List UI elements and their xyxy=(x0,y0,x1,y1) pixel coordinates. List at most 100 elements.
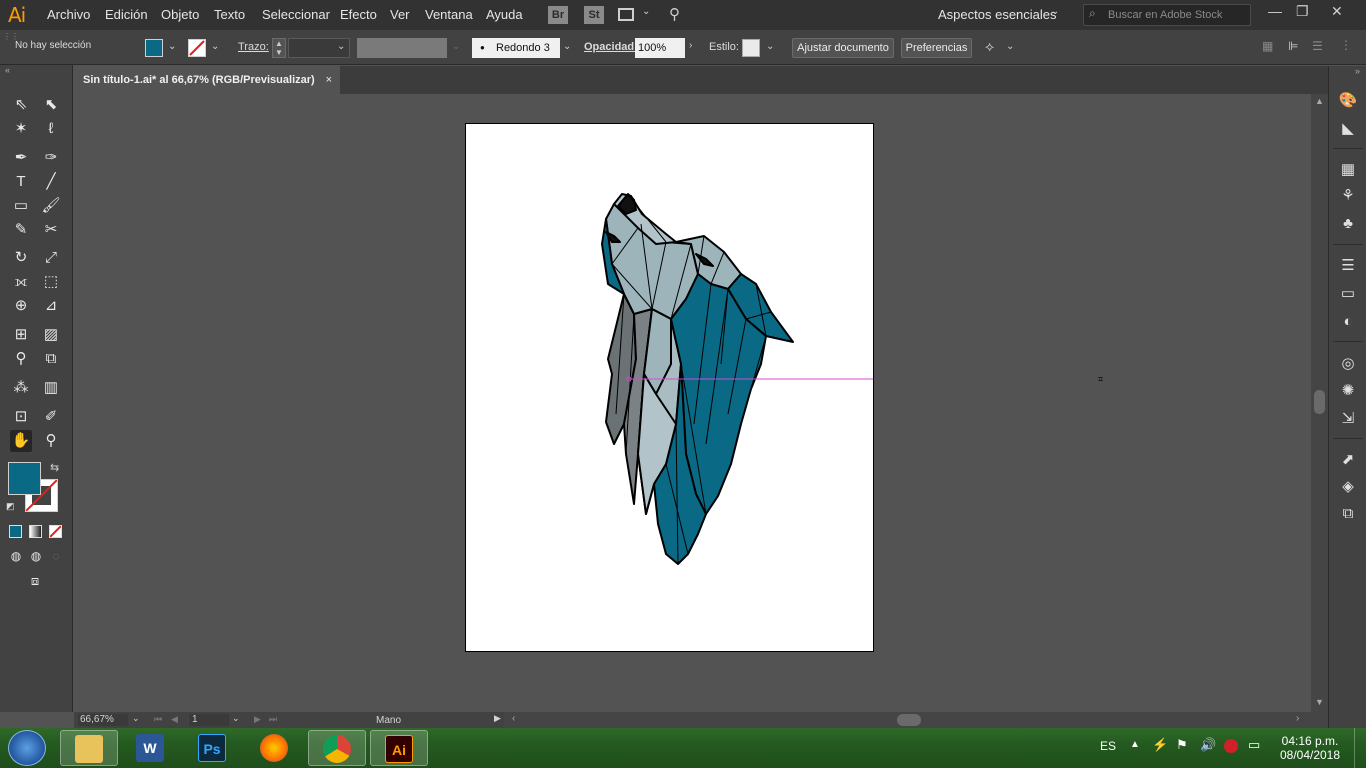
paintbrush-tool-icon[interactable]: 🖌 xyxy=(40,195,62,217)
hand-tool-icon[interactable]: ✋ xyxy=(10,430,32,452)
taskbar-photoshop[interactable]: Ps xyxy=(184,730,242,766)
previous-artboard-icon[interactable]: ◀ xyxy=(171,714,178,725)
first-artboard-icon[interactable]: ⏮ xyxy=(154,714,162,725)
show-desktop-button[interactable] xyxy=(1354,728,1366,768)
taskbar-firefox[interactable] xyxy=(246,730,304,766)
artboard-tool-icon[interactable]: ⊡ xyxy=(10,406,32,428)
menu-ayuda[interactable]: Ayuda xyxy=(486,7,523,22)
shaper-tool-icon[interactable]: ✎ xyxy=(10,219,32,241)
pen-tool-icon[interactable]: ✒ xyxy=(10,147,32,169)
shape-builder-tool-icon[interactable]: ⊕ xyxy=(10,295,32,317)
selection-tool-icon[interactable]: ⇖ xyxy=(10,94,32,116)
chevron-down-icon[interactable]: ⌄ xyxy=(211,41,219,52)
preferences-button[interactable]: Preferencias xyxy=(901,38,972,58)
chevron-down-icon[interactable]: ⌄ xyxy=(1006,41,1014,52)
workspace-switcher[interactable]: Aspectos esenciales xyxy=(938,7,1057,22)
arrange-documents-icon[interactable] xyxy=(618,8,634,21)
brush-definition[interactable]: Redondo 3 ... xyxy=(472,38,560,74)
language-indicator[interactable]: ES xyxy=(1100,739,1116,753)
start-button[interactable] xyxy=(8,730,46,766)
vertical-scroll-thumb[interactable] xyxy=(1314,390,1325,414)
show-hidden-icons-icon[interactable]: ▲ xyxy=(1130,739,1140,750)
gpu-performance-icon[interactable]: ⚲ xyxy=(669,5,680,23)
chevron-down-icon[interactable]: ⌄ xyxy=(563,41,571,52)
color-panel-icon[interactable]: 🎨 xyxy=(1338,91,1358,111)
menu-texto[interactable]: Texto xyxy=(214,7,245,22)
swatches-icon[interactable]: ▦ xyxy=(1338,160,1358,180)
free-transform-tool-icon[interactable]: ⬚ xyxy=(40,271,62,293)
stroke-label[interactable]: Trazo: xyxy=(238,41,269,53)
grip-icon[interactable]: ⋮ xyxy=(1340,38,1352,52)
slice-tool-icon[interactable]: ✐ xyxy=(40,406,62,428)
collapse-icon[interactable]: « xyxy=(5,65,10,75)
perspective-grid-tool-icon[interactable]: ⊿ xyxy=(40,295,62,317)
chevron-right-icon[interactable]: › xyxy=(689,40,692,51)
fill-swatch[interactable] xyxy=(145,39,163,57)
volume-icon[interactable]: 🔊 xyxy=(1200,737,1216,753)
zoom-tool-icon[interactable]: ⚲ xyxy=(40,430,62,452)
taskbar-explorer[interactable] xyxy=(60,730,118,766)
menu-seleccionar[interactable]: Seleccionar xyxy=(262,7,330,22)
stock-search-input[interactable]: Buscar en Adobe Stock xyxy=(1083,4,1251,26)
scroll-right-icon[interactable]: › xyxy=(1296,713,1299,724)
type-tool-icon[interactable]: T xyxy=(10,171,32,193)
none-mode-icon[interactable] xyxy=(49,525,62,538)
restore-button[interactable]: ❐ xyxy=(1296,3,1309,20)
stroke-weight-stepper[interactable]: ▲ ▼ xyxy=(272,38,286,58)
expand-panels-icon[interactable]: » xyxy=(1355,66,1360,76)
stock-button[interactable]: St xyxy=(584,6,604,24)
symbols-icon[interactable]: ♣ xyxy=(1338,214,1358,234)
antivirus-icon[interactable] xyxy=(1224,739,1238,753)
scale-tool-icon[interactable]: ⤢ xyxy=(40,247,62,269)
opacity-field[interactable]: 100% xyxy=(635,38,685,58)
menu-edicion[interactable]: Edición xyxy=(105,7,148,22)
status-menu-icon[interactable]: ▶ xyxy=(494,713,501,724)
scroll-down-icon[interactable]: ▼ xyxy=(1315,697,1324,707)
document-tab[interactable]: Sin título-1.ai* al 66,67% (RGB/Previsua… xyxy=(74,66,340,94)
panel-menu-icon[interactable]: ☰ xyxy=(1312,39,1323,53)
artboard[interactable] xyxy=(465,123,874,652)
taskbar-illustrator[interactable]: Ai xyxy=(370,730,428,766)
artboards-icon[interactable]: ⧉ xyxy=(1338,504,1358,524)
gradient-mode-icon[interactable] xyxy=(29,525,42,538)
chevron-down-icon[interactable]: ⌄ xyxy=(132,713,140,724)
gradient-tool-icon[interactable]: ▨ xyxy=(40,324,62,346)
fill-color-front[interactable] xyxy=(8,462,41,495)
graph-tool-icon[interactable]: ▥ xyxy=(40,377,62,399)
align-icon[interactable]: ▦ xyxy=(1262,39,1273,53)
asset-export-icon[interactable]: ⇲ xyxy=(1338,409,1358,429)
rectangle-tool-icon[interactable]: ▭ xyxy=(10,195,32,217)
scroll-up-icon[interactable]: ▲ xyxy=(1315,96,1324,106)
taskbar-word[interactable]: W xyxy=(122,730,180,766)
mesh-tool-icon[interactable]: ⊞ xyxy=(10,324,32,346)
menu-efecto[interactable]: Efecto xyxy=(340,7,377,22)
magic-wand-tool-icon[interactable]: ✶ xyxy=(10,118,32,140)
vertical-scrollbar[interactable]: ▲ ▼ xyxy=(1311,94,1328,712)
system-clock[interactable]: 04:16 p.m. 08/04/2018 xyxy=(1278,734,1342,762)
chevron-down-icon[interactable]: ⌄ xyxy=(168,41,176,52)
wolf-artwork[interactable] xyxy=(466,124,873,651)
lasso-tool-icon[interactable]: ℓ xyxy=(40,118,62,140)
action-center-icon[interactable]: ⚑ xyxy=(1176,737,1188,753)
adjust-document-button[interactable]: Ajustar documento xyxy=(792,38,894,58)
rotate-tool-icon[interactable]: ↻ xyxy=(10,247,32,269)
minimize-button[interactable]: — xyxy=(1268,3,1282,19)
variable-width-profile[interactable] xyxy=(357,38,447,58)
chevron-down-icon[interactable]: ⌄ xyxy=(766,41,774,52)
last-artboard-icon[interactable]: ⏭ xyxy=(269,714,277,725)
blend-tool-icon[interactable]: ⧉ xyxy=(40,348,62,370)
bridge-button[interactable]: Br xyxy=(548,6,568,24)
transform-icon[interactable]: ⊫ xyxy=(1288,39,1298,53)
next-artboard-icon[interactable]: ▶ xyxy=(254,714,261,725)
swap-colors-icon[interactable]: ⇆ xyxy=(50,461,59,474)
color-guide-icon[interactable]: ◣ xyxy=(1338,119,1358,139)
display-icon[interactable]: ▭ xyxy=(1248,737,1260,753)
scissors-tool-icon[interactable]: ✂ xyxy=(40,219,62,241)
line-segment-tool-icon[interactable]: ╱ xyxy=(40,171,62,193)
menu-objeto[interactable]: Objeto xyxy=(161,7,199,22)
close-tab-button[interactable]: × xyxy=(326,66,332,94)
close-window-button[interactable]: ✕ xyxy=(1331,3,1343,20)
eyedropper-tool-icon[interactable]: ⚲ xyxy=(10,348,32,370)
draw-normal-icon[interactable]: ◍ xyxy=(5,545,27,567)
export-icon[interactable]: ⬈ xyxy=(1338,450,1358,470)
